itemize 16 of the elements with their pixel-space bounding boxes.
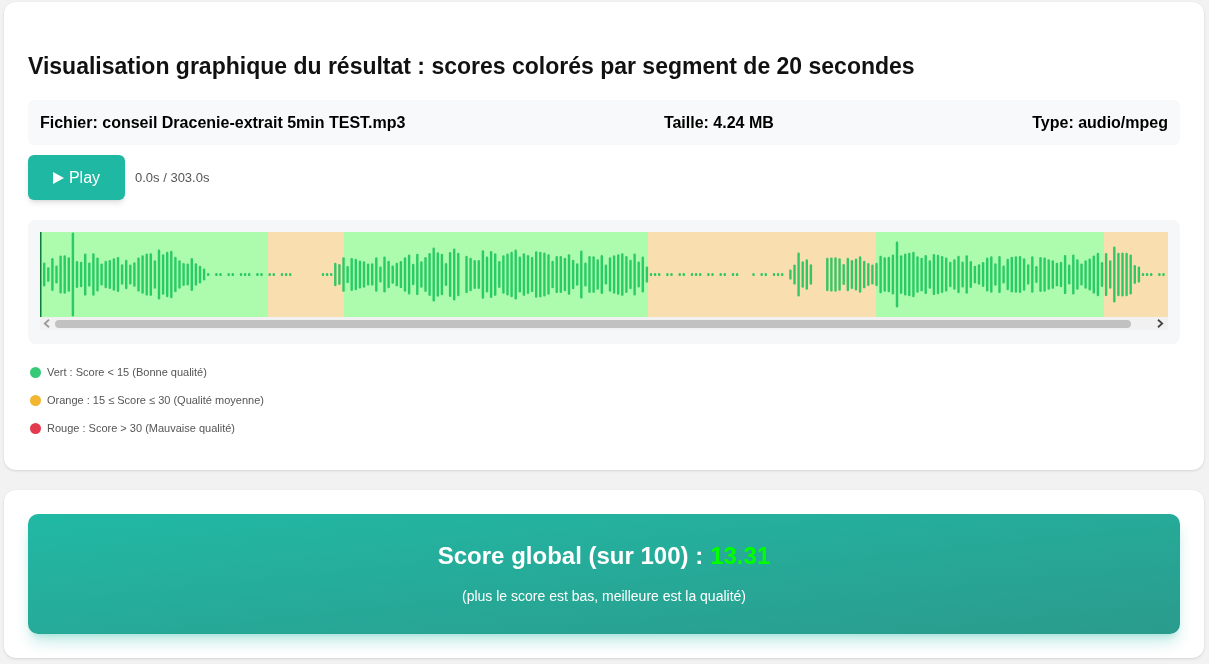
scrollbar-thumb[interactable] <box>55 319 1131 328</box>
legend-label: Orange : 15 ≤ Score ≤ 30 (Qualité moyenne) <box>47 392 264 408</box>
play-icon <box>52 171 64 184</box>
file-type: Type: audio/mpeg <box>1032 112 1168 133</box>
legend-label: Vert : Score < 15 (Bonne qualité) <box>47 364 207 380</box>
play-button[interactable]: Play <box>28 155 125 200</box>
score-label: Score global (sur 100) : <box>437 541 704 571</box>
file-name: Fichier: conseil Dracenie-extrait 5min TEST.mp3 <box>40 112 406 133</box>
chevron-left-icon[interactable] <box>43 319 50 328</box>
score-value: 13.31 <box>710 541 771 571</box>
playback-time: 0.0s / 303.0s <box>135 168 210 187</box>
chevron-right-icon[interactable] <box>1157 319 1164 328</box>
file-size: Taille: 4.24 MB <box>663 112 774 133</box>
legend-label: Rouge : Score > 30 (Mauvaise qualité) <box>47 420 236 436</box>
section-title: Visualisation graphique du résultat : scores colorés par segment de 20 secondes <box>28 52 916 80</box>
score-note: (plus le score est bas, meilleure est la qualité) <box>462 587 746 605</box>
